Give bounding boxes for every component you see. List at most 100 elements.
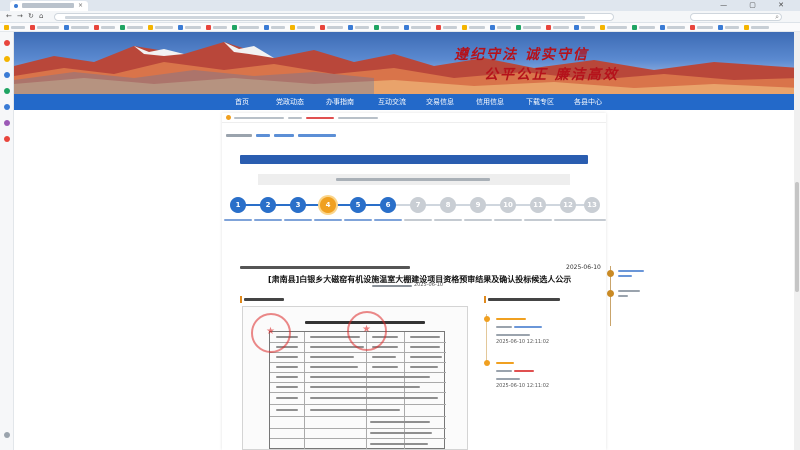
settings-icon[interactable]	[4, 432, 10, 438]
process-step[interactable]: 8	[434, 195, 462, 221]
browser-search-box[interactable]: ⌕	[690, 13, 782, 21]
browser-side-panel	[0, 32, 14, 450]
bookmark-icon	[632, 25, 637, 30]
flow-node-icon	[484, 316, 490, 322]
step-label	[524, 219, 552, 221]
timeline-dot-icon[interactable]	[607, 270, 614, 277]
bookmark-icon	[290, 25, 295, 30]
flow-step-time: 2025-06-10 12:11:02	[496, 339, 550, 345]
site-banner: 遵纪守法 诚实守信 公平公正 廉洁高效	[14, 32, 800, 94]
address-bar[interactable]	[54, 13, 614, 21]
browser-tab[interactable]: ×	[10, 1, 88, 11]
bookmark-icon	[516, 25, 521, 30]
bookmark-icon	[348, 25, 353, 30]
step-label	[314, 219, 342, 221]
slogan-line: 遵纪守法 诚实守信	[454, 47, 589, 63]
notice-meta-text	[336, 178, 490, 181]
document-publish-date: 2025-06-10	[414, 282, 444, 288]
process-step[interactable]: 12	[554, 195, 582, 221]
bookmark-icon	[374, 25, 379, 30]
flow-node-icon	[484, 360, 490, 366]
step-label	[284, 219, 312, 221]
notice-title	[240, 155, 588, 164]
bookmark-icon	[744, 25, 749, 30]
breadcrumb-link[interactable]	[298, 134, 336, 137]
process-step-current[interactable]: 4	[314, 195, 342, 221]
process-step[interactable]: 9	[464, 195, 492, 221]
step-label	[464, 219, 492, 221]
timeline-item[interactable]	[618, 290, 640, 292]
search-icon: ⌕	[775, 13, 779, 21]
section-heading	[240, 296, 300, 303]
side-app-icon[interactable]	[4, 136, 10, 142]
flow-step-name	[496, 318, 526, 320]
tab-close-icon[interactable]: ×	[78, 2, 83, 9]
forward-icon[interactable]: →	[17, 12, 23, 21]
bookmark-icon	[94, 25, 99, 30]
side-app-icon[interactable]	[4, 104, 10, 110]
process-step[interactable]: 10	[494, 195, 522, 221]
step-label	[254, 219, 282, 221]
step-label	[404, 219, 432, 221]
bookmark-icon	[404, 25, 409, 30]
bookmark-icon	[4, 25, 9, 30]
bookmark-icon	[600, 25, 605, 30]
weather-icon	[226, 115, 231, 120]
process-step[interactable]: 1	[224, 195, 252, 221]
scrollbar-thumb[interactable]	[795, 182, 799, 292]
page-scrollbar[interactable]	[794, 32, 800, 450]
back-icon[interactable]: ←	[6, 12, 12, 21]
timeline-dot-icon[interactable]	[607, 290, 614, 297]
reload-icon[interactable]: ↻	[28, 12, 34, 21]
nav-item-county[interactable]: 各县中心	[558, 94, 618, 110]
bookmark-icon	[660, 25, 665, 30]
step-label	[578, 219, 606, 221]
nav-item-guide[interactable]: 办事指南	[310, 94, 370, 110]
seal-star-icon: ★	[362, 324, 371, 335]
bookmark-icon	[690, 25, 695, 30]
side-app-icon[interactable]	[4, 56, 10, 62]
window-controls[interactable]: — ▢ ✕	[720, 1, 794, 10]
main-nav: 首页 党政动态 办事指南 互动交流 交易信息 信用信息 下载专区 各县中心	[14, 94, 800, 110]
document-date: 2025-06-10	[566, 264, 601, 271]
approval-flow: 2025-06-10 12:11:02 2025-06-10 12:11:02	[484, 306, 596, 450]
flow-step-time: 2025-06-10 12:11:02	[496, 383, 550, 389]
scanned-notice-image: ★ ★	[242, 306, 468, 450]
process-step[interactable]: 6	[374, 195, 402, 221]
process-step[interactable]: 11	[524, 195, 552, 221]
tab-title-text	[22, 3, 74, 8]
bookmark-icon	[320, 25, 325, 30]
step-label	[494, 219, 522, 221]
home-icon[interactable]: ⌂	[39, 12, 43, 21]
side-app-icon[interactable]	[4, 88, 10, 94]
process-step[interactable]: 5	[344, 195, 372, 221]
browser-toolbar: ← → ↻ ⌂ ⌕	[0, 11, 800, 23]
site-favicon-icon	[14, 4, 18, 8]
side-app-icon[interactable]	[4, 120, 10, 126]
document-subheading	[240, 266, 410, 269]
bookmark-icon	[574, 25, 579, 30]
bookmark-icon	[546, 25, 551, 30]
browser-tab-strip: × — ▢ ✕	[0, 0, 800, 11]
breadcrumb-link[interactable]	[256, 134, 270, 137]
step-label	[344, 219, 372, 221]
bookmark-icon	[462, 25, 467, 30]
section-heading	[484, 296, 574, 303]
date-weather-strip	[222, 113, 606, 123]
step-label	[374, 219, 402, 221]
timeline-item[interactable]	[618, 270, 644, 272]
bookmarks-bar	[0, 23, 800, 32]
process-step[interactable]: 13	[578, 195, 606, 221]
bookmark-icon	[232, 25, 237, 30]
process-step[interactable]: 2	[254, 195, 282, 221]
side-app-icon[interactable]	[4, 40, 10, 46]
side-app-icon[interactable]	[4, 72, 10, 78]
bookmark-icon	[120, 25, 125, 30]
seal-star-icon: ★	[266, 326, 275, 337]
process-step[interactable]: 7	[404, 195, 432, 221]
breadcrumb-link[interactable]	[274, 134, 294, 137]
process-step[interactable]: 3	[284, 195, 312, 221]
notice-meta	[258, 174, 570, 185]
breadcrumb-label	[226, 134, 252, 137]
banner-slogan: 遵纪守法 诚实守信 公平公正 廉洁高效	[454, 44, 794, 88]
